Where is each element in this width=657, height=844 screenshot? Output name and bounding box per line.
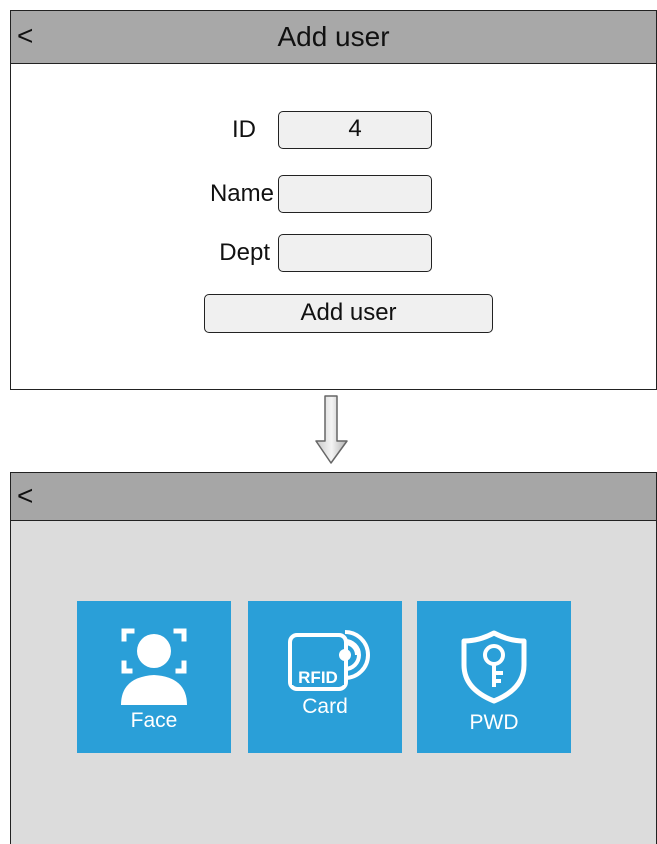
add-user-screen: < Add user ID 4 Name Dept Add user — [10, 10, 657, 390]
add-user-button[interactable]: Add user — [204, 294, 493, 333]
dept-field[interactable] — [278, 234, 432, 272]
pwd-tile[interactable]: PWD — [417, 601, 571, 753]
header-bar: < Add user — [11, 11, 656, 64]
header-bar-2: < — [11, 473, 656, 521]
rfid-card-icon: RFID — [288, 630, 370, 691]
face-label: Face — [130, 709, 178, 732]
arrow-down-icon — [315, 395, 348, 464]
rfid-text: RFID — [298, 668, 338, 687]
page-title: Add user — [277, 21, 390, 52]
card-label: Card — [302, 695, 348, 718]
verify-method-screen: < Face RFID Card PWD — [10, 472, 657, 844]
id-label: ID — [232, 116, 256, 143]
face-tile[interactable]: Face — [77, 601, 231, 753]
name-field[interactable] — [278, 175, 432, 213]
pwd-label: PWD — [469, 711, 519, 734]
card-tile[interactable]: RFID Card — [248, 601, 402, 753]
id-field[interactable]: 4 — [278, 111, 432, 149]
dept-label: Dept — [219, 239, 270, 266]
name-label: Name — [209, 180, 274, 207]
back-button-2[interactable]: < — [17, 479, 33, 513]
